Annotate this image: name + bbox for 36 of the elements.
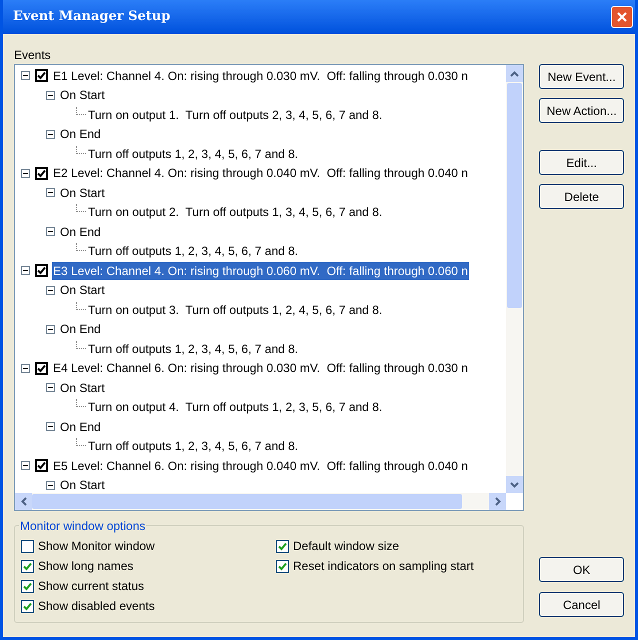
tree-item[interactable]: E1 Level: Channel 4. On: rising through 0.030 mV. Off: falling through 0.030 n bbox=[52, 66, 469, 85]
option-label: Show disabled events bbox=[38, 598, 155, 615]
tree-item[interactable]: Turn off outputs 1, 2, 3, 4, 5, 6, 7 and 8. bbox=[88, 144, 298, 163]
tree-item[interactable]: E5 Level: Channel 6. On: rising through 0.040 mV. Off: falling through 0.040 n bbox=[52, 456, 469, 475]
option-label: Reset indicators on sampling start bbox=[293, 558, 474, 575]
tree-item[interactable]: On Start bbox=[60, 378, 105, 397]
tree-item[interactable]: E4 Level: Channel 6. On: rising through 0.030 mV. Off: falling through 0.030 n bbox=[52, 359, 469, 378]
events-label: Events bbox=[14, 48, 52, 62]
tree-item[interactable]: Turn on output 4. Turn off outputs 1, 2, 3, 5, 6, 7 and 8. bbox=[88, 398, 382, 416]
tree-item[interactable]: E2 Level: Channel 4. On: rising through 0.040 mV. Off: falling through 0.040 n bbox=[52, 164, 469, 182]
tree-item[interactable]: Turn on output 1. Turn off outputs 2, 3, 4, 5, 6, 7 and 8. bbox=[88, 106, 382, 124]
tree-item[interactable]: Turn off outputs 1, 2, 3, 4, 5, 6, 7 and 8. bbox=[88, 242, 298, 260]
action-button[interactable]: New Event... bbox=[539, 64, 624, 89]
tree-item[interactable]: On End bbox=[60, 320, 101, 338]
dialog-button[interactable]: Cancel bbox=[539, 592, 624, 617]
option-label: Show long names bbox=[38, 558, 134, 575]
action-button[interactable]: Delete bbox=[539, 184, 624, 209]
option-label: Show current status bbox=[38, 578, 144, 595]
tree-item[interactable]: On Start bbox=[60, 184, 105, 202]
option-label: Show Monitor window bbox=[38, 538, 155, 555]
tree-item[interactable]: On Start bbox=[60, 281, 105, 300]
tree-item[interactable]: Turn off outputs 1, 2, 3, 4, 5, 6, 7 and 8. bbox=[88, 340, 298, 358]
window-title: Event Manager Setup bbox=[13, 8, 170, 26]
tree-item[interactable]: On End bbox=[60, 222, 101, 241]
tree-item[interactable]: Turn on output 3. Turn off outputs 1, 2, 4, 5, 6, 7 and 8. bbox=[88, 300, 382, 319]
tree-item[interactable]: E3 Level: Channel 4. On: rising through 0.060 mV. Off: falling through 0.060 n bbox=[52, 262, 469, 280]
option-label: Default window size bbox=[293, 538, 400, 555]
action-button[interactable]: Edit... bbox=[539, 150, 624, 175]
action-button[interactable]: New Action... bbox=[539, 98, 624, 123]
tree-item[interactable]: On Start bbox=[60, 86, 105, 104]
tree-item[interactable]: Turn off outputs 1, 2, 3, 4, 5, 6, 7 and 8. bbox=[88, 437, 298, 456]
tree-item[interactable]: On Start bbox=[60, 476, 105, 493]
tree-item[interactable]: On End bbox=[60, 125, 101, 144]
tree-item[interactable]: Turn on output 2. Turn off outputs 1, 3, 4, 5, 6, 7 and 8. bbox=[88, 203, 382, 222]
tree-item[interactable]: On End bbox=[60, 418, 101, 436]
dialog-button[interactable]: OK bbox=[539, 557, 624, 582]
